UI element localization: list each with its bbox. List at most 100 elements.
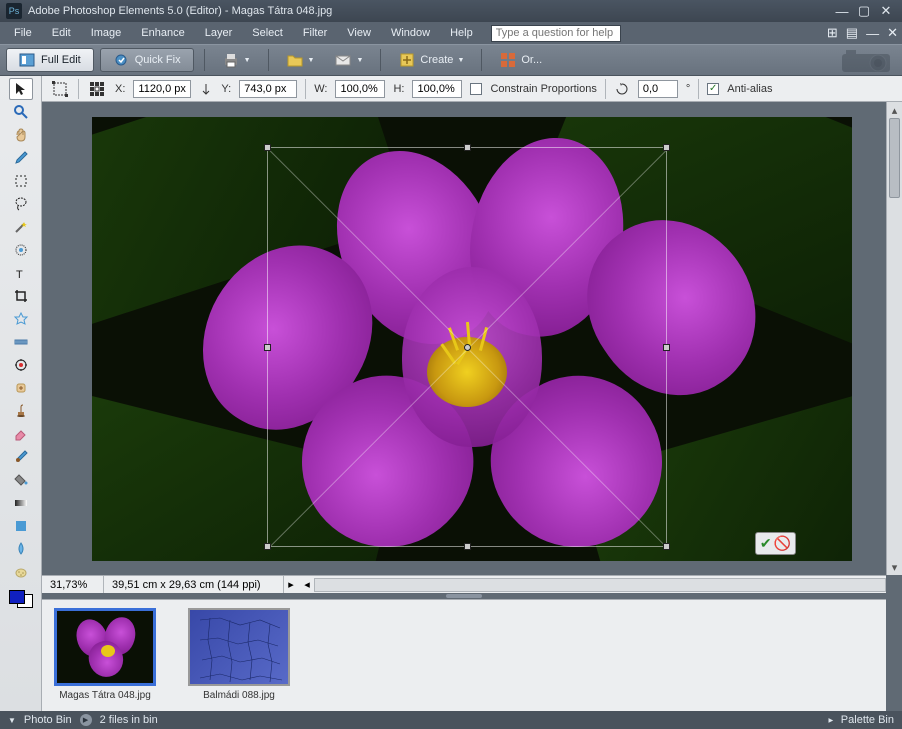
close-button[interactable]: ✕: [876, 3, 896, 19]
photo-bin-label[interactable]: Photo Bin: [24, 714, 72, 726]
menu-layer[interactable]: Layer: [195, 24, 243, 42]
quick-fix-icon: [113, 53, 129, 67]
photo-bin-toggle-icon[interactable]: ▼: [8, 716, 16, 725]
palette-bin-label[interactable]: Palette Bin: [841, 714, 894, 726]
tab-quick-fix[interactable]: Quick Fix: [100, 48, 194, 72]
menu-help[interactable]: Help: [440, 24, 483, 42]
info-menu-button[interactable]: ▸: [284, 578, 298, 591]
printer-icon: [222, 51, 240, 69]
reference-point-icon[interactable]: [87, 79, 107, 99]
move-tool[interactable]: [9, 78, 33, 100]
organize-button[interactable]: Or...: [492, 48, 549, 72]
browse-button[interactable]: ▼: [279, 48, 322, 72]
paint-bucket-tool[interactable]: [9, 469, 33, 491]
doc-minimize-icon[interactable]: —: [866, 26, 879, 41]
straighten-tool[interactable]: [9, 331, 33, 353]
grid-icon: [499, 51, 517, 69]
tile-windows-icon[interactable]: ▤: [846, 25, 858, 41]
app-logo-icon: Ps: [6, 3, 22, 19]
create-button[interactable]: Create ▼: [391, 48, 471, 72]
envelope-icon: [334, 51, 352, 69]
dropdown-arrow-icon: ▼: [356, 57, 363, 64]
scroll-thumb[interactable]: [889, 118, 900, 198]
menu-bar: File Edit Image Enhance Layer Select Fil…: [0, 22, 902, 44]
y-label: Y:: [221, 83, 231, 95]
angle-field[interactable]: [638, 80, 678, 98]
zoom-tool[interactable]: [9, 101, 33, 123]
tab-full-edit-label: Full Edit: [41, 54, 81, 66]
antialias-checkbox[interactable]: [707, 83, 719, 95]
transform-handle-n[interactable]: [464, 144, 471, 151]
help-search-input[interactable]: [491, 25, 621, 42]
antialias-label: Anti-alias: [727, 83, 772, 95]
type-tool[interactable]: T: [9, 262, 33, 284]
minimize-button[interactable]: —: [832, 3, 852, 19]
document-canvas[interactable]: ✔ 🚫: [92, 117, 852, 561]
palette-bin-toggle-icon[interactable]: ▲: [826, 716, 835, 724]
slideshow-button[interactable]: ▶: [80, 714, 92, 726]
red-eye-tool[interactable]: [9, 354, 33, 376]
hscroll-left-button[interactable]: ◂: [300, 578, 314, 591]
magic-wand-tool[interactable]: [9, 216, 33, 238]
selection-brush-tool[interactable]: [9, 239, 33, 261]
photo-bin-thumbnail[interactable]: Balmádi 088.jpg: [184, 608, 294, 703]
menu-edit[interactable]: Edit: [42, 24, 81, 42]
width-field[interactable]: [335, 80, 385, 98]
title-bar: Ps Adobe Photoshop Elements 5.0 (Editor)…: [0, 0, 902, 22]
crop-tool[interactable]: [9, 285, 33, 307]
clone-stamp-tool[interactable]: [9, 400, 33, 422]
menu-file[interactable]: File: [4, 24, 42, 42]
w-label: W:: [314, 83, 327, 95]
photo-bin-thumbnail[interactable]: Magas Tátra 048.jpg: [50, 608, 160, 703]
scroll-up-button[interactable]: ▴: [887, 102, 902, 118]
gradient-tool[interactable]: [9, 492, 33, 514]
menu-image[interactable]: Image: [81, 24, 132, 42]
full-edit-icon: [19, 53, 35, 67]
maximize-button[interactable]: ▢: [854, 3, 874, 19]
color-swatches[interactable]: [9, 590, 33, 608]
y-position-field[interactable]: [239, 80, 297, 98]
eraser-tool[interactable]: [9, 423, 33, 445]
brush-tool[interactable]: [9, 446, 33, 468]
y-axis-icon: [199, 82, 213, 96]
scroll-down-button[interactable]: ▾: [887, 559, 902, 575]
print-button[interactable]: ▼: [215, 48, 258, 72]
x-position-field[interactable]: [133, 80, 191, 98]
cookie-cutter-tool[interactable]: [9, 308, 33, 330]
menu-select[interactable]: Select: [242, 24, 293, 42]
lasso-tool[interactable]: [9, 193, 33, 215]
constrain-proportions-checkbox[interactable]: [470, 83, 482, 95]
hand-tool[interactable]: [9, 124, 33, 146]
transform-handle-s[interactable]: [464, 543, 471, 550]
menu-filter[interactable]: Filter: [293, 24, 337, 42]
email-button[interactable]: ▼: [327, 48, 370, 72]
horizontal-scrollbar[interactable]: [314, 578, 886, 592]
shortcuts-bar: Full Edit Quick Fix ▼ ▼ ▼ Create ▼ Or...: [0, 44, 902, 76]
tab-quick-fix-label: Quick Fix: [135, 54, 181, 66]
canvas-viewport[interactable]: ✔ 🚫 ▴ ▾: [42, 102, 902, 575]
commit-transform-button[interactable]: ✔: [760, 535, 772, 552]
blur-tool[interactable]: [9, 538, 33, 560]
transform-tool-icon[interactable]: [50, 79, 70, 99]
tab-full-edit[interactable]: Full Edit: [6, 48, 94, 72]
menu-view[interactable]: View: [337, 24, 381, 42]
menu-window[interactable]: Window: [381, 24, 440, 42]
healing-brush-tool[interactable]: [9, 377, 33, 399]
shape-tool[interactable]: [9, 515, 33, 537]
doc-close-icon[interactable]: ✕: [887, 25, 898, 41]
main-area: T: [0, 102, 902, 711]
sponge-tool[interactable]: [9, 561, 33, 583]
marquee-tool[interactable]: [9, 170, 33, 192]
eyedropper-tool[interactable]: [9, 147, 33, 169]
cancel-transform-button[interactable]: 🚫: [774, 535, 791, 552]
camera-decoration-icon: [836, 46, 896, 74]
zoom-level[interactable]: 31,73%: [42, 576, 104, 593]
vertical-scrollbar[interactable]: ▴ ▾: [886, 102, 902, 575]
height-field[interactable]: [412, 80, 462, 98]
constrain-label: Constrain Proportions: [490, 83, 596, 95]
cascade-windows-icon[interactable]: ⊞: [827, 25, 838, 41]
files-in-bin-label: 2 files in bin: [100, 714, 158, 726]
rotate-icon[interactable]: [614, 81, 630, 97]
foreground-color-swatch[interactable]: [9, 590, 25, 604]
menu-enhance[interactable]: Enhance: [131, 24, 194, 42]
